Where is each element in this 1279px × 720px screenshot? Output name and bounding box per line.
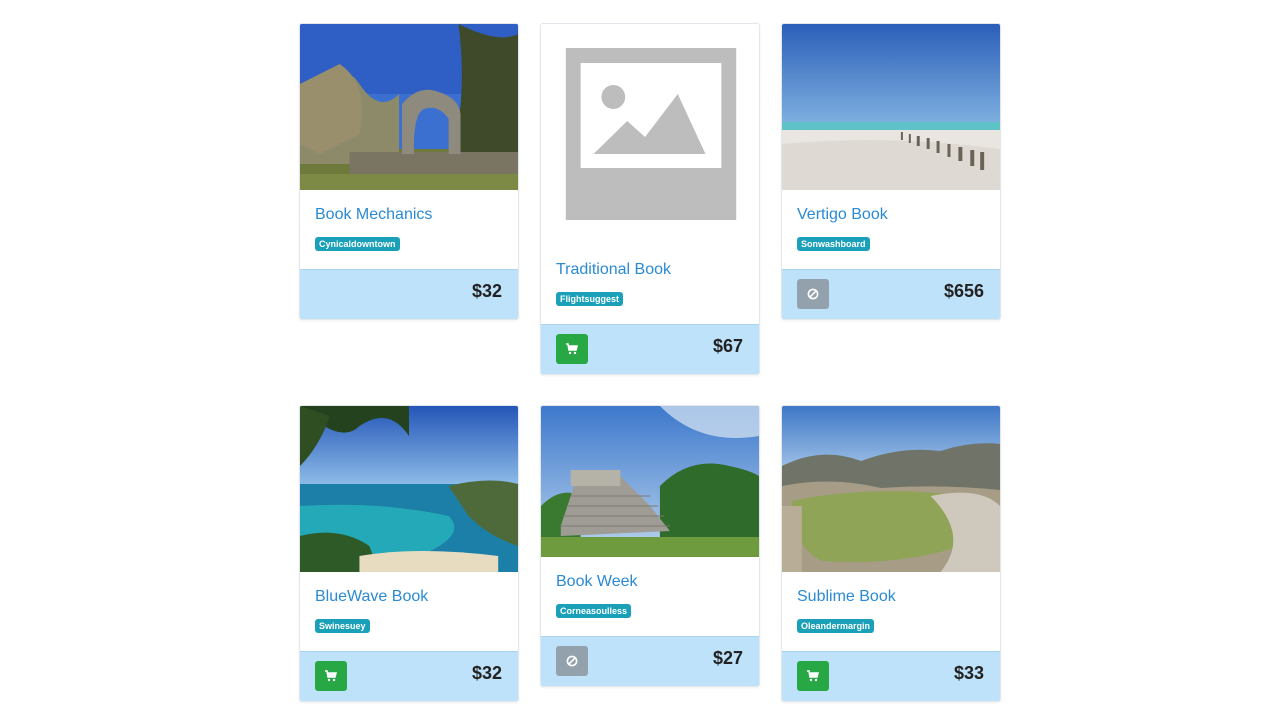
placeholder-image-icon[interactable] bbox=[541, 24, 759, 245]
vendor-badge: Sonwashboard bbox=[797, 237, 870, 251]
price-label: $67 bbox=[712, 336, 743, 356]
unavailable-icon bbox=[566, 655, 578, 667]
price-label: $656 bbox=[943, 281, 984, 301]
cart-icon bbox=[807, 670, 819, 682]
cart-icon bbox=[566, 343, 578, 355]
white-beach-photo[interactable] bbox=[782, 24, 1000, 190]
product-title[interactable]: BlueWave Book bbox=[315, 588, 503, 606]
product-card: BlueWave Book Swinesuey $32 bbox=[299, 405, 519, 702]
price-label: $32 bbox=[471, 663, 502, 683]
product-title[interactable]: Book Mechanics bbox=[315, 206, 503, 224]
price-label: $27 bbox=[712, 648, 743, 668]
mountain-pools-photo[interactable] bbox=[782, 406, 1000, 572]
card-footer: $67 bbox=[541, 324, 759, 374]
product-title[interactable]: Sublime Book bbox=[797, 588, 985, 606]
card-footer: $27 bbox=[541, 636, 759, 686]
vendor-badge: Cynicaldowntown bbox=[315, 237, 400, 251]
temple-pyramid-photo[interactable] bbox=[541, 406, 759, 557]
card-footer: $32 bbox=[300, 269, 518, 319]
product-title[interactable]: Book Week bbox=[556, 573, 744, 591]
card-footer: $32 bbox=[300, 651, 518, 701]
card-footer: $656 bbox=[782, 269, 1000, 319]
turquoise-bay-photo[interactable] bbox=[300, 406, 518, 572]
price-label: $33 bbox=[953, 663, 984, 683]
product-card: Sublime Book Oleandermargin $33 bbox=[781, 405, 1001, 702]
product-card: Book Mechanics Cynicaldowntown $32 bbox=[299, 23, 519, 320]
product-title[interactable]: Traditional Book bbox=[556, 261, 744, 279]
product-card: Book Week Corneasoulless $27 bbox=[540, 405, 760, 687]
card-footer: $33 bbox=[782, 651, 1000, 701]
unavailable-icon bbox=[807, 288, 819, 300]
cart-icon bbox=[325, 670, 337, 682]
price-label: $32 bbox=[471, 281, 502, 301]
product-card: Traditional Book Flightsuggest $67 bbox=[540, 23, 760, 375]
vendor-badge: Flightsuggest bbox=[556, 292, 623, 306]
ruins-arch-photo[interactable] bbox=[300, 24, 518, 190]
unavailable-button[interactable] bbox=[556, 646, 588, 676]
add-to-cart-button[interactable] bbox=[556, 334, 588, 364]
product-title[interactable]: Vertigo Book bbox=[797, 206, 985, 224]
add-to-cart-button[interactable] bbox=[315, 661, 347, 691]
vendor-badge: Swinesuey bbox=[315, 619, 370, 633]
vendor-badge: Oleandermargin bbox=[797, 619, 875, 633]
add-to-cart-button[interactable] bbox=[797, 661, 829, 691]
unavailable-button[interactable] bbox=[797, 279, 829, 309]
vendor-badge: Corneasoulless bbox=[556, 604, 632, 618]
product-card: Vertigo Book Sonwashboard $656 bbox=[781, 23, 1001, 320]
